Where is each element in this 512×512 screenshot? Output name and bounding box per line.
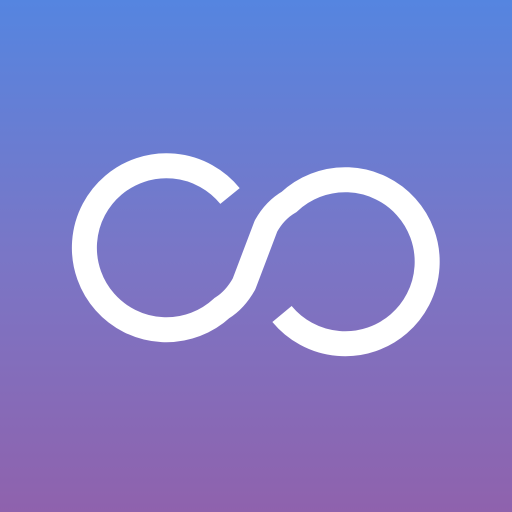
infinity-icon: [71, 153, 440, 357]
app-icon-background: [0, 0, 512, 512]
infinity-stroke: [71, 153, 440, 357]
